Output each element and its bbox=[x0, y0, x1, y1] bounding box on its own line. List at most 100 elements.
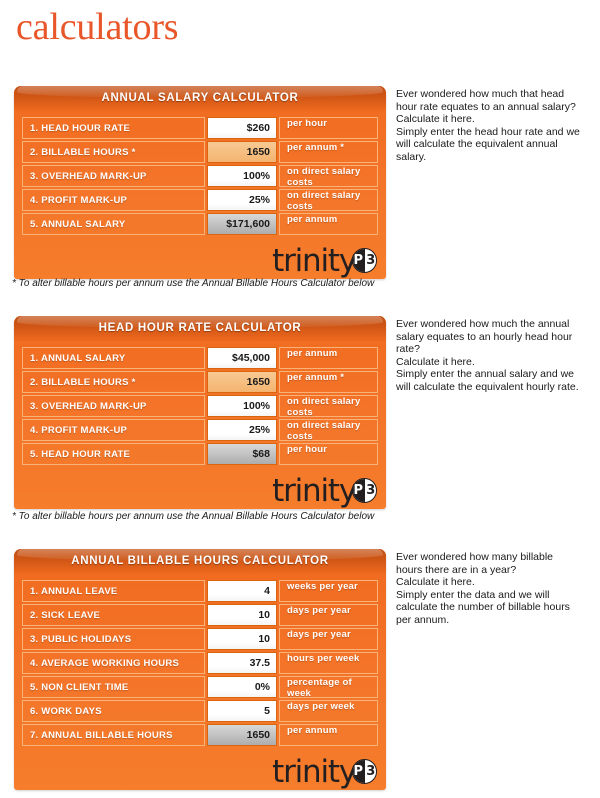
row-input-field[interactable]: 100% bbox=[207, 165, 277, 187]
logo-area: trinity P 3 bbox=[14, 469, 386, 509]
row-input-field[interactable]: 1650 bbox=[207, 371, 277, 393]
row-label: 2. BILLABLE HOURS * bbox=[22, 141, 205, 163]
description-line: Calculate it here. bbox=[396, 355, 475, 368]
description-line: Calculate it here. bbox=[396, 113, 475, 126]
description-annual-salary: Ever wondered how much that head hour ra… bbox=[396, 88, 582, 164]
calculator-row: 5. ANNUAL SALARY $171,600 per annum bbox=[22, 213, 378, 235]
row-input-field[interactable]: 10 bbox=[207, 604, 277, 626]
p3-badge-number: 3 bbox=[366, 253, 376, 268]
row-unit-label: percentage of week bbox=[279, 676, 378, 699]
row-unit-label: per annum * bbox=[279, 371, 378, 393]
footnote-billable-hours-2: * To alter billable hours per annum use … bbox=[12, 511, 375, 522]
row-input-field[interactable]: 25% bbox=[207, 189, 277, 211]
row-input-field[interactable]: $45,000 bbox=[207, 347, 277, 369]
calculator-annual-billable-hours: ANNUAL BILLABLE HOURS CALCULATOR 1. ANNU… bbox=[14, 549, 386, 790]
row-input-field[interactable]: 25% bbox=[207, 419, 277, 441]
row-input-field[interactable]: 10 bbox=[207, 628, 277, 650]
p3-badge-letter: P bbox=[353, 253, 364, 268]
description-line: Ever wondered how much that head hour ra… bbox=[396, 88, 576, 113]
row-label: 3. OVERHEAD MARK-UP bbox=[22, 165, 205, 187]
p3-badge-icon: P 3 bbox=[352, 478, 377, 503]
row-label: 3. OVERHEAD MARK-UP bbox=[22, 395, 205, 417]
description-line: Ever wondered how many billable hours th… bbox=[396, 551, 554, 576]
calculator-annual-salary: ANNUAL SALARY CALCULATOR 1. HEAD HOUR RA… bbox=[14, 86, 386, 279]
row-result-value: $68 bbox=[207, 443, 277, 465]
row-input-field[interactable]: 100% bbox=[207, 395, 277, 417]
row-unit-label: per hour bbox=[279, 443, 378, 465]
p3-badge-icon: P 3 bbox=[352, 248, 377, 273]
row-input-field[interactable]: $260 bbox=[207, 117, 277, 139]
row-label: 7. ANNUAL BILLABLE HOURS bbox=[22, 724, 205, 746]
panel-header: HEAD HOUR RATE CALCULATOR bbox=[14, 316, 386, 341]
row-unit-label: on direct salary costs bbox=[279, 189, 378, 212]
row-unit-label: days per year bbox=[279, 628, 378, 650]
calculator-row: 2. BILLABLE HOURS * 1650 per annum * bbox=[22, 141, 378, 163]
row-unit-label: days per week bbox=[279, 700, 378, 722]
calculator-panel: ANNUAL BILLABLE HOURS CALCULATOR 1. ANNU… bbox=[14, 549, 386, 790]
p3-badge-letter: P bbox=[353, 483, 364, 498]
trinity-p3-logo: trinity P 3 bbox=[272, 476, 377, 507]
calculator-row: 1. HEAD HOUR RATE $260 per hour bbox=[22, 117, 378, 139]
p3-badge-letter: P bbox=[353, 764, 364, 779]
calculator-row: 6. WORK DAYS 5 days per week bbox=[22, 700, 378, 722]
row-label: 2. BILLABLE HOURS * bbox=[22, 371, 205, 393]
row-label: 2. SICK LEAVE bbox=[22, 604, 205, 626]
trinity-p3-logo: trinity P 3 bbox=[272, 246, 377, 277]
panel-title: ANNUAL BILLABLE HOURS CALCULATOR bbox=[71, 555, 329, 567]
trinity-p3-logo: trinity P 3 bbox=[272, 757, 377, 788]
calculator-row: 1. ANNUAL SALARY $45,000 per annum bbox=[22, 347, 378, 369]
calculator-row: 1. ANNUAL LEAVE 4 weeks per year bbox=[22, 580, 378, 602]
description-line: Simply enter the annual salary and we wi… bbox=[396, 368, 579, 393]
row-label: 5. ANNUAL SALARY bbox=[22, 213, 205, 235]
row-result-value: 1650 bbox=[207, 724, 277, 746]
calculator-rows: 1. ANNUAL LEAVE 4 weeks per year 2. SICK LE… bbox=[14, 574, 386, 750]
panel-header: ANNUAL BILLABLE HOURS CALCULATOR bbox=[14, 549, 386, 574]
description-line: Ever wondered how much the annual salary… bbox=[396, 318, 573, 356]
p3-badge-number: 3 bbox=[366, 764, 376, 779]
calculator-row: 7. ANNUAL BILLABLE HOURS 1650 per annum bbox=[22, 724, 378, 746]
description-annual-billable-hours: Ever wondered how many billable hours th… bbox=[396, 551, 582, 627]
row-input-field[interactable]: 37.5 bbox=[207, 652, 277, 674]
calculator-panel: ANNUAL SALARY CALCULATOR 1. HEAD HOUR RA… bbox=[14, 86, 386, 279]
row-label: 1. ANNUAL SALARY bbox=[22, 347, 205, 369]
logo-area: trinity P 3 bbox=[14, 750, 386, 790]
calculator-rows: 1. HEAD HOUR RATE $260 per hour 2. BILLABLE… bbox=[14, 111, 386, 239]
row-input-field[interactable]: 0% bbox=[207, 676, 277, 698]
row-label: 4. AVERAGE WORKING HOURS bbox=[22, 652, 205, 674]
row-unit-label: weeks per year bbox=[279, 580, 378, 602]
description-head-hour-rate: Ever wondered how much the annual salary… bbox=[396, 318, 582, 394]
calculator-row: 5. NON CLIENT TIME 0% percentage of week bbox=[22, 676, 378, 699]
footnote-billable-hours-1: * To alter billable hours per annum use … bbox=[12, 278, 375, 289]
row-unit-label: on direct salary costs bbox=[279, 395, 378, 418]
calculator-row: 3. PUBLIC HOLIDAYS 10 days per year bbox=[22, 628, 378, 650]
description-line: Simply enter the head hour rate and we w… bbox=[396, 125, 580, 163]
row-label: 1. HEAD HOUR RATE bbox=[22, 117, 205, 139]
row-unit-label: hours per week bbox=[279, 652, 378, 674]
row-unit-label: per annum bbox=[279, 724, 378, 746]
row-input-field[interactable]: 5 bbox=[207, 700, 277, 722]
calculator-row: 4. PROFIT MARK-UP 25% on direct salary cos… bbox=[22, 189, 378, 212]
row-label: 4. PROFIT MARK-UP bbox=[22, 419, 205, 441]
calculator-head-hour-rate: HEAD HOUR RATE CALCULATOR 1. ANNUAL SALA… bbox=[14, 316, 386, 509]
row-label: 1. ANNUAL LEAVE bbox=[22, 580, 205, 602]
row-input-field[interactable]: 1650 bbox=[207, 141, 277, 163]
description-line: Simply enter the data and we will calcul… bbox=[396, 588, 570, 626]
calculator-row: 3. OVERHEAD MARK-UP 100% on direct salary … bbox=[22, 165, 378, 188]
calculator-row: 4. AVERAGE WORKING HOURS 37.5 hours per we… bbox=[22, 652, 378, 674]
row-unit-label: on direct salary costs bbox=[279, 165, 378, 188]
row-unit-label: days per year bbox=[279, 604, 378, 626]
description-line: Calculate it here. bbox=[396, 576, 475, 589]
logo-wordmark: trinity bbox=[272, 473, 357, 509]
calculator-row: 5. HEAD HOUR RATE $68 per hour bbox=[22, 443, 378, 465]
calculator-panel: HEAD HOUR RATE CALCULATOR 1. ANNUAL SALA… bbox=[14, 316, 386, 509]
logo-wordmark: trinity bbox=[272, 243, 357, 279]
row-unit-label: per hour bbox=[279, 117, 378, 139]
row-unit-label: on direct salary costs bbox=[279, 419, 378, 442]
calculator-row: 3. OVERHEAD MARK-UP 100% on direct salary … bbox=[22, 395, 378, 418]
panel-title: HEAD HOUR RATE CALCULATOR bbox=[98, 322, 302, 334]
page-title: calculators bbox=[16, 6, 179, 48]
calculator-rows: 1. ANNUAL SALARY $45,000 per annum 2. BILLA… bbox=[14, 341, 386, 469]
row-label: 4. PROFIT MARK-UP bbox=[22, 189, 205, 211]
row-result-value: $171,600 bbox=[207, 213, 277, 235]
row-input-field[interactable]: 4 bbox=[207, 580, 277, 602]
